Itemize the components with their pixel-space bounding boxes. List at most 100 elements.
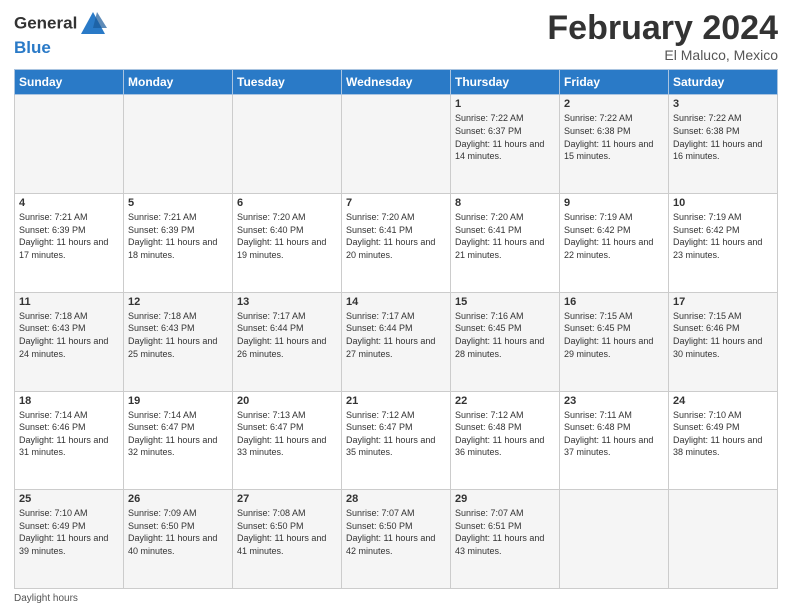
day-number: 22	[455, 395, 555, 407]
table-row: 20 Sunrise: 7:13 AMSunset: 6:47 PMDayligh…	[233, 391, 342, 490]
day-number: 7	[346, 197, 446, 209]
day-info: Sunrise: 7:11 AMSunset: 6:48 PMDaylight:…	[564, 409, 664, 459]
day-info: Sunrise: 7:21 AMSunset: 6:39 PMDaylight:…	[128, 211, 228, 261]
day-info: Sunrise: 7:22 AMSunset: 6:38 PMDaylight:…	[673, 112, 773, 162]
day-info: Sunrise: 7:10 AMSunset: 6:49 PMDaylight:…	[19, 507, 119, 557]
day-info: Sunrise: 7:18 AMSunset: 6:43 PMDaylight:…	[128, 310, 228, 360]
day-info: Sunrise: 7:22 AMSunset: 6:38 PMDaylight:…	[564, 112, 664, 162]
table-row: 16 Sunrise: 7:15 AMSunset: 6:45 PMDayligh…	[560, 292, 669, 391]
table-row: 12 Sunrise: 7:18 AMSunset: 6:43 PMDayligh…	[124, 292, 233, 391]
table-row: 9 Sunrise: 7:19 AMSunset: 6:42 PMDaylight…	[560, 194, 669, 293]
col-friday: Friday	[560, 70, 669, 95]
day-number: 23	[564, 395, 664, 407]
day-number: 24	[673, 395, 773, 407]
table-row: 8Sunrise: 7:20 AMSunset: 6:41 PMDaylight…	[451, 194, 560, 293]
table-row	[15, 95, 124, 194]
day-number: 2	[564, 98, 664, 110]
table-row: 29 Sunrise: 7:07 AMSunset: 6:51 PMDayligh…	[451, 490, 560, 589]
table-row: 2 Sunrise: 7:22 AMSunset: 6:38 PMDaylight…	[560, 95, 669, 194]
day-number: 17	[673, 296, 773, 308]
day-number: 10	[673, 197, 773, 209]
table-row: 24 Sunrise: 7:10 AMSunset: 6:49 PMDayligh…	[669, 391, 778, 490]
day-number: 25	[19, 493, 119, 505]
day-info: Sunrise: 7:12 AMSunset: 6:48 PMDaylight:…	[455, 409, 555, 459]
day-number: 19	[128, 395, 228, 407]
day-number: 3	[673, 98, 773, 110]
col-wednesday: Wednesday	[342, 70, 451, 95]
table-row: 22 Sunrise: 7:12 AMSunset: 6:48 PMDayligh…	[451, 391, 560, 490]
table-row: 11Sunrise: 7:18 AMSunset: 6:43 PMDayligh…	[15, 292, 124, 391]
day-number: 9	[564, 197, 664, 209]
table-row: 23 Sunrise: 7:11 AMSunset: 6:48 PMDayligh…	[560, 391, 669, 490]
col-tuesday: Tuesday	[233, 70, 342, 95]
header: General Blue February 2024 El Maluco, Me…	[14, 10, 778, 63]
day-info: Sunrise: 7:21 AMSunset: 6:39 PMDaylight:…	[19, 211, 119, 261]
table-row	[342, 95, 451, 194]
table-row: 18Sunrise: 7:14 AMSunset: 6:46 PMDayligh…	[15, 391, 124, 490]
calendar-week-row: 11Sunrise: 7:18 AMSunset: 6:43 PMDayligh…	[15, 292, 778, 391]
day-number: 29	[455, 493, 555, 505]
table-row: 5 Sunrise: 7:21 AMSunset: 6:39 PMDaylight…	[124, 194, 233, 293]
day-number: 28	[346, 493, 446, 505]
logo: General Blue	[14, 10, 107, 58]
table-row: 17 Sunrise: 7:15 AMSunset: 6:46 PMDayligh…	[669, 292, 778, 391]
col-saturday: Saturday	[669, 70, 778, 95]
table-row: 19Sunrise: 7:14 AMSunset: 6:47 PMDayligh…	[124, 391, 233, 490]
day-number: 13	[237, 296, 337, 308]
calendar-header-row: Sunday Monday Tuesday Wednesday Thursday…	[15, 70, 778, 95]
day-info: Sunrise: 7:09 AMSunset: 6:50 PMDaylight:…	[128, 507, 228, 557]
day-info: Sunrise: 7:16 AMSunset: 6:45 PMDaylight:…	[455, 310, 555, 360]
day-number: 5	[128, 197, 228, 209]
table-row: 21 Sunrise: 7:12 AMSunset: 6:47 PMDayligh…	[342, 391, 451, 490]
day-info: Sunrise: 7:08 AMSunset: 6:50 PMDaylight:…	[237, 507, 337, 557]
logo-icon	[79, 10, 107, 38]
day-number: 14	[346, 296, 446, 308]
day-info: Sunrise: 7:17 AMSunset: 6:44 PMDaylight:…	[237, 310, 337, 360]
table-row: 26Sunrise: 7:09 AMSunset: 6:50 PMDayligh…	[124, 490, 233, 589]
calendar-table: Sunday Monday Tuesday Wednesday Thursday…	[14, 69, 778, 589]
table-row	[669, 490, 778, 589]
logo-text: General Blue	[14, 10, 107, 58]
day-number: 1	[455, 98, 555, 110]
logo-general: General	[14, 13, 77, 32]
day-number: 4	[19, 197, 119, 209]
table-row: 3 Sunrise: 7:22 AMSunset: 6:38 PMDaylight…	[669, 95, 778, 194]
table-row: 25 Sunrise: 7:10 AMSunset: 6:49 PMDayligh…	[15, 490, 124, 589]
logo-blue: Blue	[14, 38, 51, 57]
day-info: Sunrise: 7:20 AMSunset: 6:41 PMDaylight:…	[346, 211, 446, 261]
footer-note: Daylight hours	[14, 593, 778, 604]
day-number: 27	[237, 493, 337, 505]
table-row	[233, 95, 342, 194]
day-number: 12	[128, 296, 228, 308]
calendar-week-row: 4 Sunrise: 7:21 AMSunset: 6:39 PMDaylight…	[15, 194, 778, 293]
day-info: Sunrise: 7:07 AMSunset: 6:50 PMDaylight:…	[346, 507, 446, 557]
table-row: 15 Sunrise: 7:16 AMSunset: 6:45 PMDayligh…	[451, 292, 560, 391]
table-row: 1Sunrise: 7:22 AMSunset: 6:37 PMDaylight…	[451, 95, 560, 194]
day-number: 15	[455, 296, 555, 308]
calendar-week-row: 25 Sunrise: 7:10 AMSunset: 6:49 PMDayligh…	[15, 490, 778, 589]
table-row: 27 Sunrise: 7:08 AMSunset: 6:50 PMDayligh…	[233, 490, 342, 589]
day-number: 21	[346, 395, 446, 407]
table-row	[124, 95, 233, 194]
col-thursday: Thursday	[451, 70, 560, 95]
day-info: Sunrise: 7:12 AMSunset: 6:47 PMDaylight:…	[346, 409, 446, 459]
day-info: Sunrise: 7:15 AMSunset: 6:46 PMDaylight:…	[673, 310, 773, 360]
page: General Blue February 2024 El Maluco, Me…	[0, 0, 792, 612]
day-info: Sunrise: 7:10 AMSunset: 6:49 PMDaylight:…	[673, 409, 773, 459]
day-info: Sunrise: 7:07 AMSunset: 6:51 PMDaylight:…	[455, 507, 555, 557]
title-block: February 2024 El Maluco, Mexico	[547, 10, 778, 63]
col-monday: Monday	[124, 70, 233, 95]
day-number: 20	[237, 395, 337, 407]
location: El Maluco, Mexico	[547, 47, 778, 63]
day-number: 8	[455, 197, 555, 209]
day-info: Sunrise: 7:15 AMSunset: 6:45 PMDaylight:…	[564, 310, 664, 360]
day-number: 16	[564, 296, 664, 308]
table-row: 14 Sunrise: 7:17 AMSunset: 6:44 PMDayligh…	[342, 292, 451, 391]
table-row: 28 Sunrise: 7:07 AMSunset: 6:50 PMDayligh…	[342, 490, 451, 589]
day-info: Sunrise: 7:17 AMSunset: 6:44 PMDaylight:…	[346, 310, 446, 360]
table-row: 13 Sunrise: 7:17 AMSunset: 6:44 PMDayligh…	[233, 292, 342, 391]
day-info: Sunrise: 7:19 AMSunset: 6:42 PMDaylight:…	[564, 211, 664, 261]
table-row: 7 Sunrise: 7:20 AMSunset: 6:41 PMDaylight…	[342, 194, 451, 293]
day-info: Sunrise: 7:13 AMSunset: 6:47 PMDaylight:…	[237, 409, 337, 459]
calendar-week-row: 18Sunrise: 7:14 AMSunset: 6:46 PMDayligh…	[15, 391, 778, 490]
